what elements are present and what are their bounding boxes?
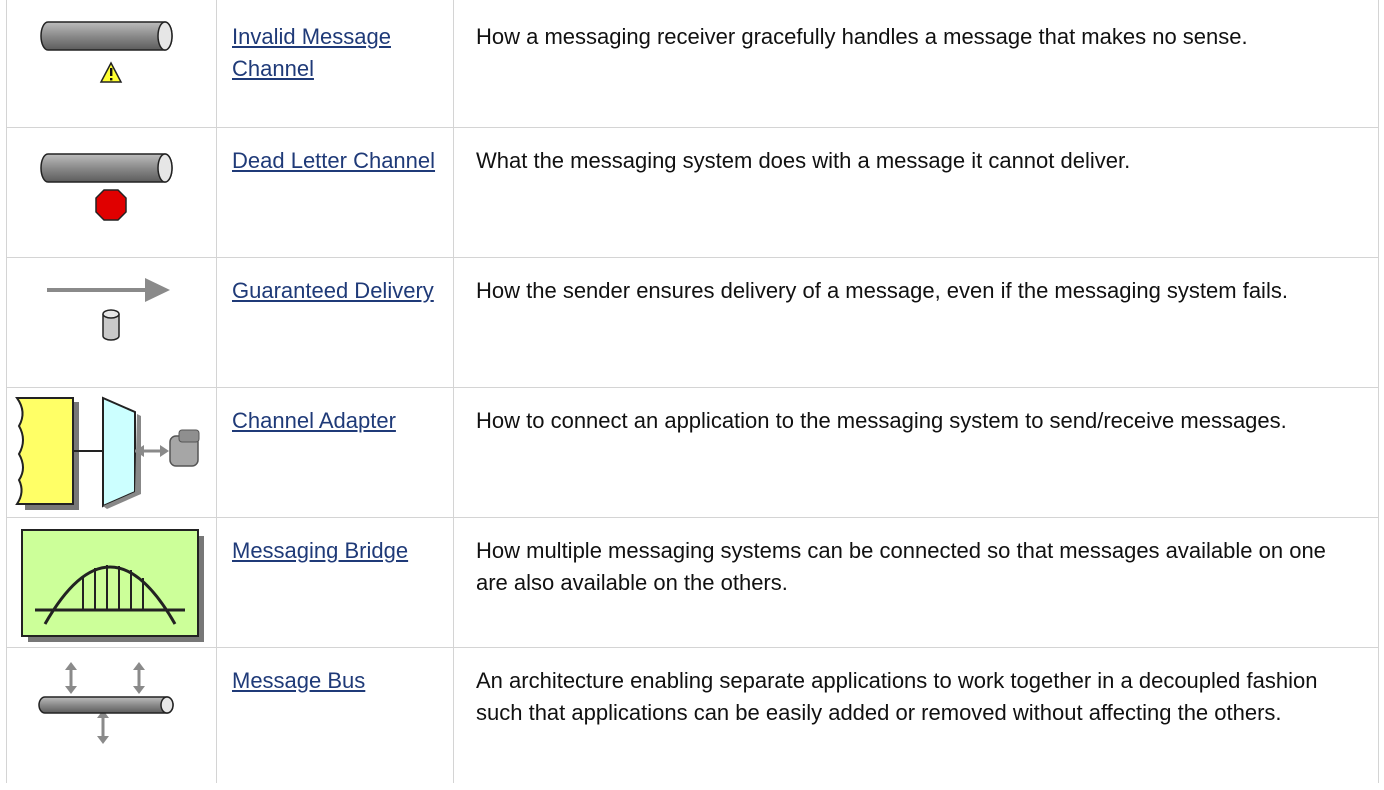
pattern-name-cell: Message Bus <box>216 646 454 783</box>
pattern-description: How a messaging receiver gracefully hand… <box>476 24 1248 49</box>
icon-cell <box>6 386 217 518</box>
pattern-name-cell: Messaging Bridge <box>216 516 454 648</box>
channel-adapter-link[interactable]: Channel Adapter <box>232 405 441 437</box>
messaging-bridge-link[interactable]: Messaging Bridge <box>232 535 441 567</box>
pattern-description: How the sender ensures delivery of a mes… <box>476 277 1288 303</box>
message-bus-icon <box>38 661 174 744</box>
pattern-description-cell: How a messaging receiver gracefully hand… <box>453 0 1379 128</box>
pattern-description: How to connect an application to the mes… <box>476 407 1287 433</box>
pattern-description: An architecture enabling separate applic… <box>476 667 1318 725</box>
dead-letter-channel-icon <box>40 152 173 221</box>
guaranteed-delivery-icon <box>47 277 170 341</box>
pattern-description-cell: What the messaging system does with a me… <box>453 126 1379 258</box>
pattern-name-cell: Channel Adapter <box>216 386 454 518</box>
icon-cell <box>6 646 217 783</box>
pattern-description-cell: How multiple messaging systems can be co… <box>453 516 1379 648</box>
pattern-description-cell: An architecture enabling separate applic… <box>453 646 1379 783</box>
patterns-table: Invalid Message Channel How a messaging … <box>6 0 1379 783</box>
invalid-message-channel-link[interactable]: Invalid Message Channel <box>232 21 441 85</box>
messaging-bridge-icon <box>21 528 204 642</box>
table-row: Messaging Bridge How multiple messaging … <box>6 516 1379 648</box>
invalid-message-channel-icon <box>40 21 173 83</box>
message-bus-link[interactable]: Message Bus <box>232 665 441 697</box>
pattern-name-cell: Guaranteed Delivery <box>216 256 454 388</box>
table-row: Guaranteed Delivery How the sender ensur… <box>6 256 1379 388</box>
table-row: Invalid Message Channel How a messaging … <box>6 0 1379 128</box>
pattern-description: How multiple messaging systems can be co… <box>476 537 1326 595</box>
dead-letter-channel-link[interactable]: Dead Letter Channel <box>232 145 441 177</box>
icon-cell <box>6 256 217 388</box>
pattern-name-cell: Dead Letter Channel <box>216 126 454 258</box>
pattern-description: What the messaging system does with a me… <box>476 147 1131 173</box>
pattern-description-cell: How the sender ensures delivery of a mes… <box>453 256 1379 388</box>
icon-cell <box>6 0 217 128</box>
pattern-name-cell: Invalid Message Channel <box>216 0 454 128</box>
icon-cell <box>6 516 217 648</box>
table-row: Dead Letter Channel What the messaging s… <box>6 126 1379 258</box>
table-row: Channel Adapter How to connect an applic… <box>6 386 1379 518</box>
guaranteed-delivery-link[interactable]: Guaranteed Delivery <box>232 275 441 307</box>
channel-adapter-icon <box>15 395 200 510</box>
table-row: Message Bus An architecture enabling sep… <box>6 646 1379 783</box>
pattern-description-cell: How to connect an application to the mes… <box>453 386 1379 518</box>
icon-cell <box>6 126 217 258</box>
